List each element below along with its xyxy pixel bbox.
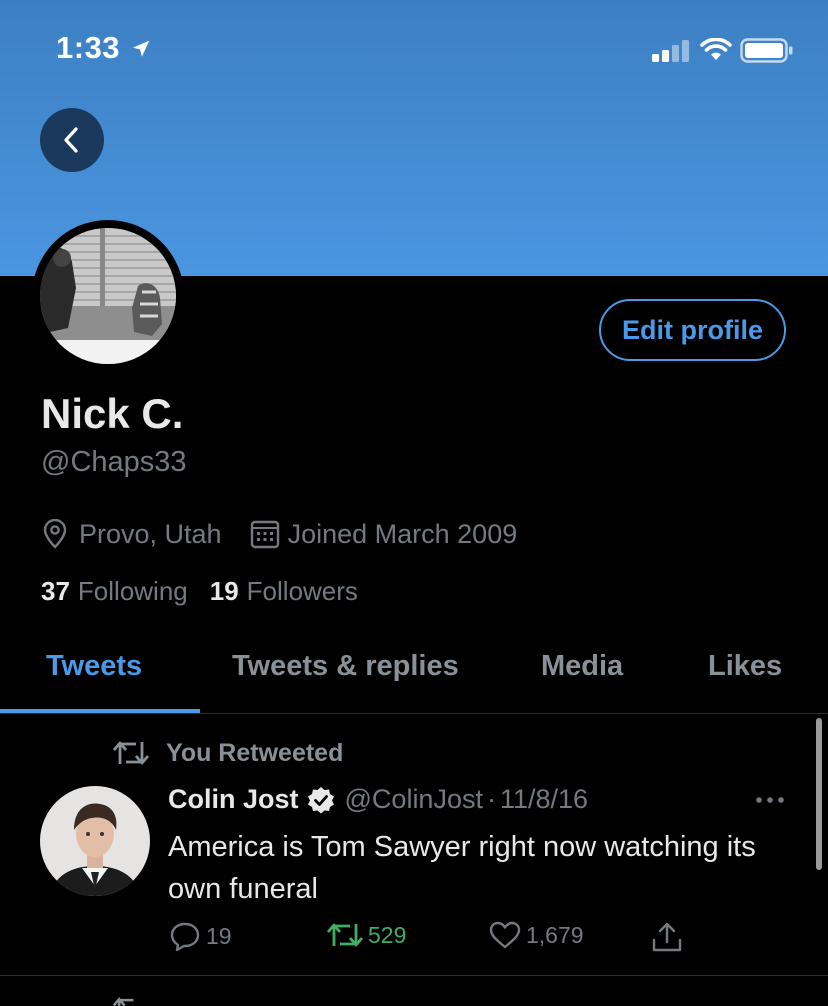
tab-tweets[interactable]: Tweets: [46, 650, 142, 683]
profile-location: Provo, Utah: [79, 518, 222, 549]
tab-tweets-replies[interactable]: Tweets & replies: [232, 650, 459, 683]
verified-badge-icon: [307, 786, 334, 813]
tab-likes[interactable]: Likes: [708, 650, 782, 683]
tweet-actions: 19 529 1,679: [168, 920, 788, 960]
following-link[interactable]: 37 Following: [41, 576, 188, 607]
tweet-author-handle: @ColinJost: [344, 784, 483, 814]
scrollbar[interactable]: [816, 718, 822, 870]
reply-button[interactable]: 19: [168, 920, 232, 952]
wifi-icon: [700, 38, 732, 60]
retweet-icon: [112, 741, 150, 765]
profile-meta: Provo, Utah Joined March 2009: [41, 516, 517, 552]
tweet-header: Colin Jost @ColinJost · 11/8/16: [168, 784, 588, 815]
tweet-author-name[interactable]: Colin Jost: [168, 784, 299, 815]
location-arrow-icon: [132, 40, 150, 57]
reply-icon: [170, 922, 200, 952]
status-bar: 1:33: [0, 0, 828, 100]
profile-name: Nick C.: [41, 390, 184, 437]
tab-media[interactable]: Media: [541, 650, 623, 683]
tweet-date: 11/8/16: [499, 784, 589, 814]
profile-tabs: Tweets Tweets & replies Media Likes: [0, 632, 828, 714]
like-button[interactable]: 1,679: [488, 920, 584, 950]
profile-avatar[interactable]: [32, 220, 184, 372]
author-photo: [40, 786, 150, 896]
profile-handle: @Chaps33: [41, 446, 187, 478]
following-label: Following: [77, 576, 188, 606]
followers-count: 19: [209, 576, 239, 606]
retweet-context: You Retweeted: [112, 738, 343, 768]
retweet-icon-active: [326, 923, 364, 947]
active-tab-indicator: [0, 709, 200, 713]
avatar-photo: [40, 228, 176, 364]
clock: 1:33: [56, 30, 121, 65]
edit-profile-button[interactable]: Edit profile: [599, 299, 786, 361]
heart-icon: [489, 921, 521, 949]
location-pin-icon: [43, 519, 67, 549]
following-count: 37: [41, 576, 70, 606]
more-options-icon[interactable]: [754, 786, 786, 814]
like-count: 1,679: [526, 921, 584, 948]
followers-link[interactable]: 19 Followers: [210, 576, 358, 607]
profile-joined-date: Joined March 2009: [287, 518, 518, 549]
tweet-item[interactable]: You Retweeted Colin Jost @ColinJost · 11…: [0, 714, 828, 976]
calendar-icon: [250, 520, 279, 549]
tweet-separator: ·: [486, 784, 496, 814]
reply-count: 19: [206, 922, 232, 949]
retweet-count: 529: [368, 921, 407, 948]
followers-label: Followers: [246, 576, 358, 606]
tweet-text: America is Tom Sawyer right now watching…: [168, 831, 756, 905]
share-icon: [652, 922, 682, 952]
cellular-signal-icon: [652, 40, 689, 62]
follow-counts: 37 Following 19 Followers: [41, 576, 380, 607]
retweet-button[interactable]: 529: [326, 920, 406, 950]
share-button[interactable]: [650, 920, 688, 954]
tweet-author-avatar[interactable]: [40, 786, 150, 896]
next-retweet-icon: [112, 997, 134, 1006]
retweet-note: You Retweeted: [166, 738, 344, 767]
battery-icon: [740, 38, 793, 63]
back-button[interactable]: [40, 108, 104, 172]
chevron-left-icon: [64, 127, 78, 153]
